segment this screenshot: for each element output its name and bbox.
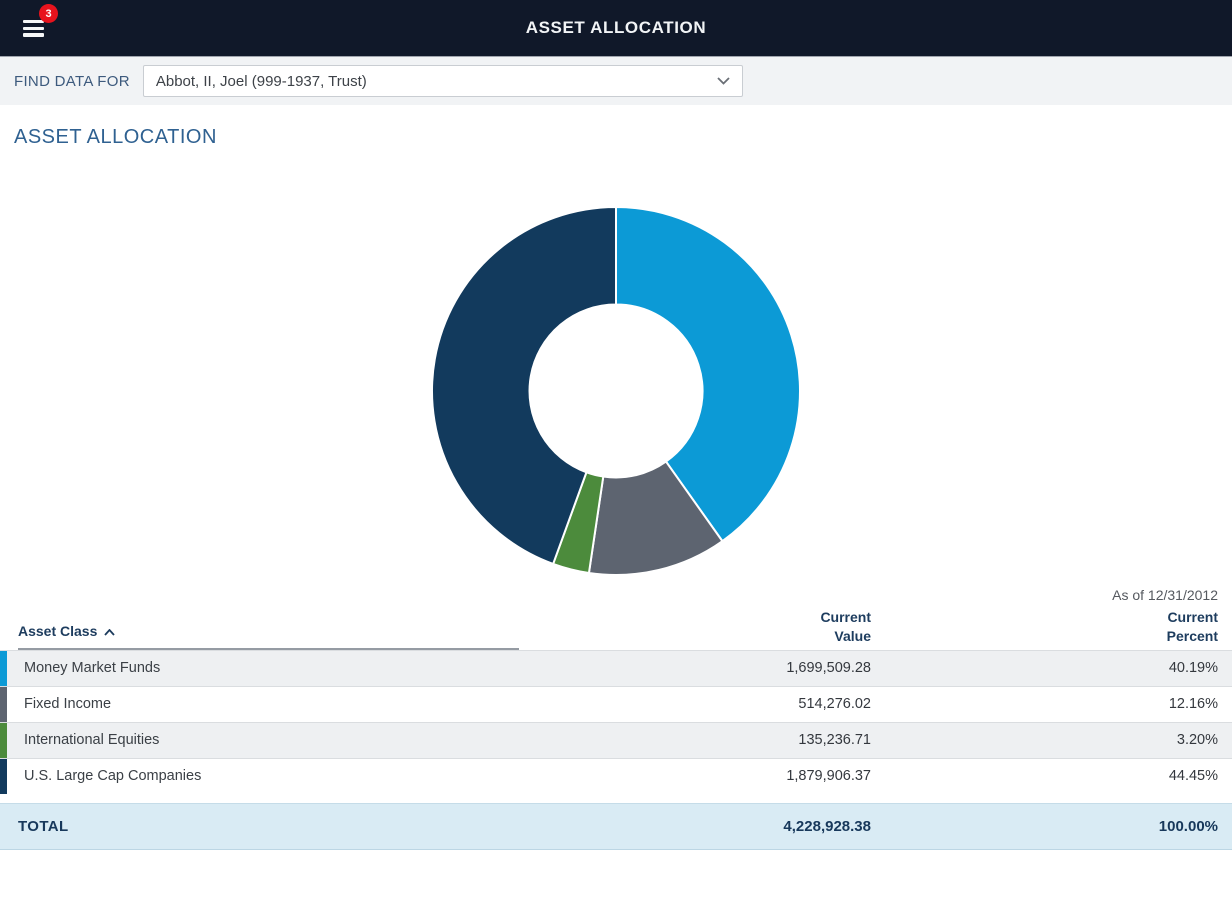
total-label: TOTAL [0, 818, 519, 835]
menu-button[interactable]: 3 [17, 13, 51, 45]
column-header-current-percent[interactable]: Current Percent [871, 608, 1232, 650]
total-current-value: 4,228,928.38 [519, 818, 871, 835]
table-header-row: Asset Class Current Value Current Percen… [0, 608, 1232, 650]
row-color-chip [0, 759, 7, 794]
asset-allocation-donut-chart [426, 201, 806, 581]
table-row[interactable]: U.S. Large Cap Companies 1,879,906.37 44… [0, 758, 1232, 794]
donut-chart [426, 201, 806, 581]
notification-badge: 3 [39, 4, 58, 23]
row-color-chip [0, 651, 7, 686]
app-title: ASSET ALLOCATION [526, 18, 707, 38]
table-row[interactable]: Money Market Funds 1,699,509.28 40.19% [0, 650, 1232, 686]
account-select[interactable]: Abbot, II, Joel (999-1937, Trust) [143, 65, 743, 97]
top-bar: 3 ASSET ALLOCATION [0, 0, 1232, 56]
as-of-date: As of 12/31/2012 [0, 587, 1218, 603]
asset-allocation-table: Asset Class Current Value Current Percen… [0, 608, 1232, 850]
chevron-down-icon [717, 77, 730, 85]
account-select-value: Abbot, II, Joel (999-1937, Trust) [156, 73, 367, 90]
total-row: TOTAL 4,228,928.38 100.00% [0, 803, 1232, 850]
total-row-spacer [0, 794, 1232, 803]
total-current-percent: 100.00% [871, 818, 1232, 835]
row-color-chip [0, 687, 7, 722]
row-color-chip [0, 723, 7, 758]
hamburger-icon [23, 20, 44, 39]
sort-ascending-icon [104, 629, 115, 636]
find-data-bar: FIND DATA FOR Abbot, II, Joel (999-1937,… [0, 56, 1232, 105]
table-row[interactable]: Fixed Income 514,276.02 12.16% [0, 686, 1232, 722]
column-header-current-value[interactable]: Current Value [519, 608, 871, 650]
column-header-asset-class[interactable]: Asset Class [18, 622, 519, 650]
page-title: ASSET ALLOCATION [14, 126, 1232, 149]
table-row[interactable]: International Equities 135,236.71 3.20% [0, 722, 1232, 758]
find-data-label: FIND DATA FOR [14, 73, 130, 90]
